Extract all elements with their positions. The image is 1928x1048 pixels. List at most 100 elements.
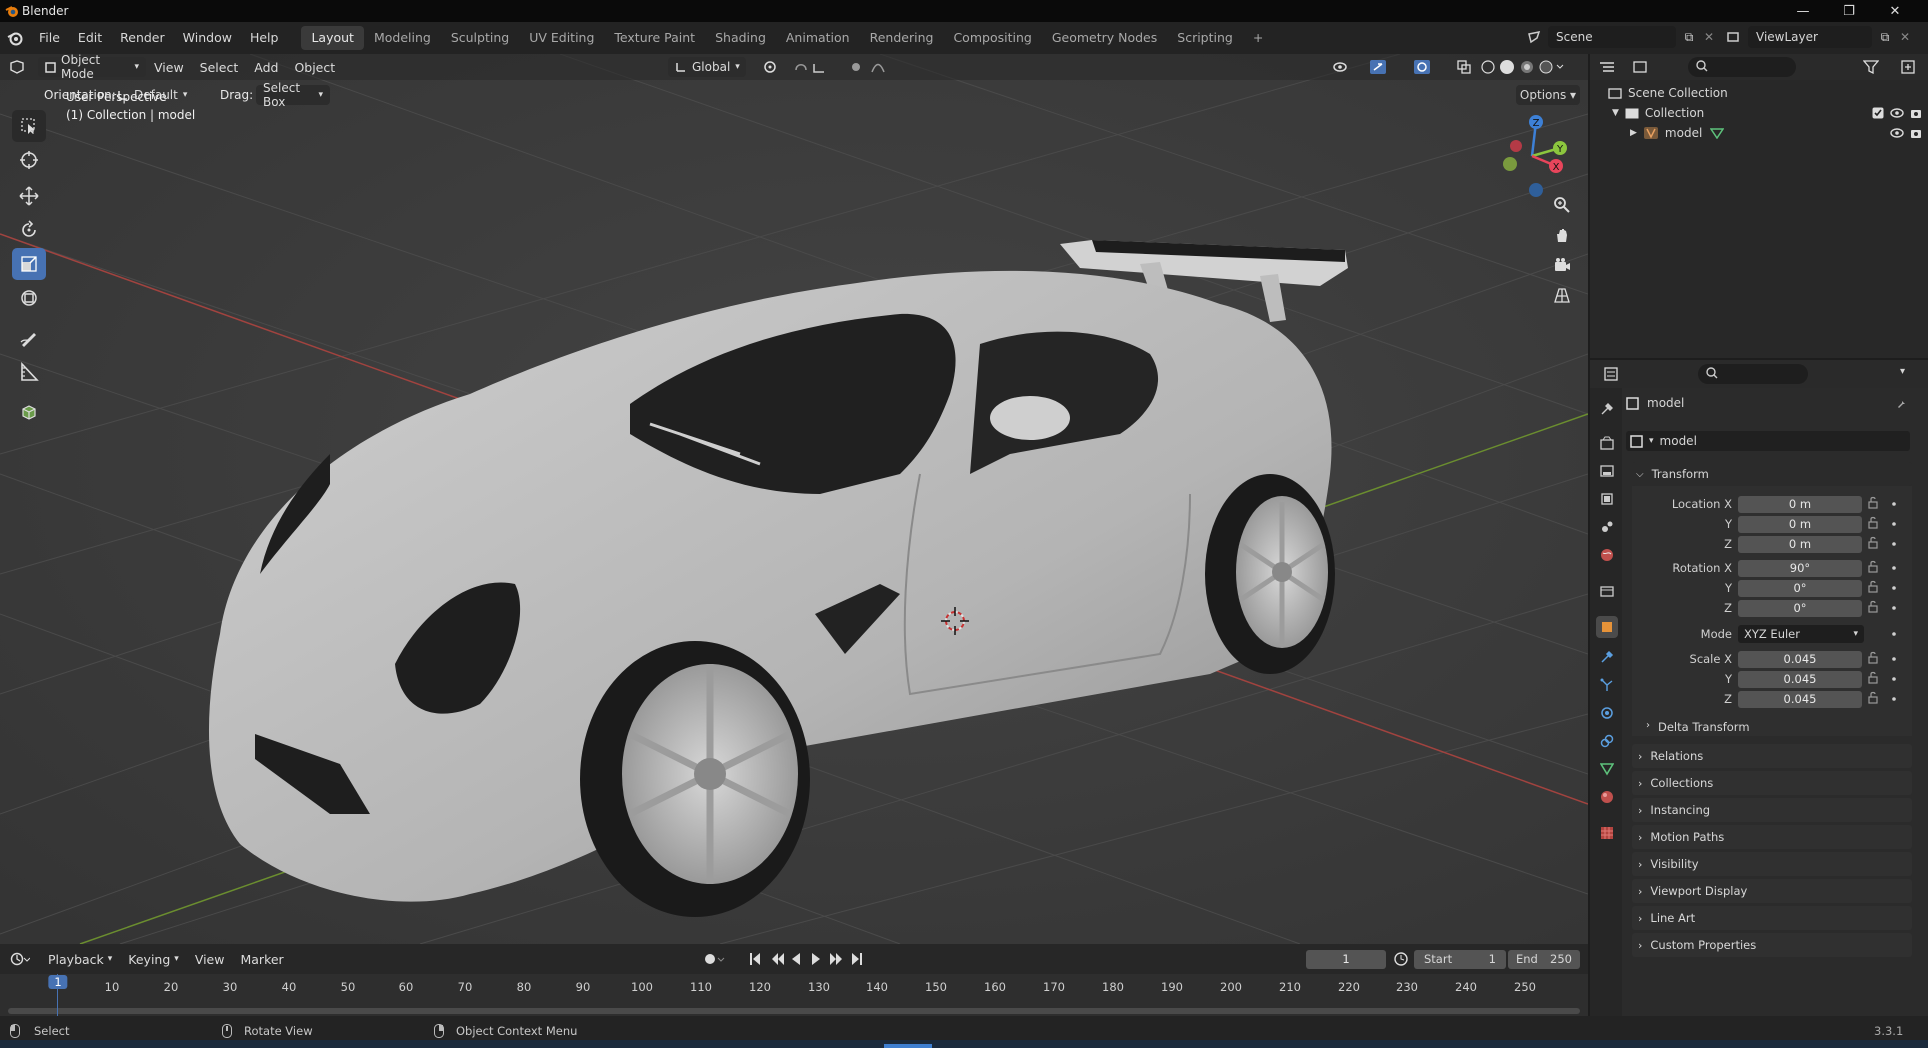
- transform-panel-header[interactable]: ⌵ Transform: [1632, 462, 1912, 486]
- chevron-down-icon[interactable]: ▾: [1900, 366, 1905, 377]
- remove-scene-icon[interactable]: ✕: [1702, 30, 1716, 44]
- line-art-panel[interactable]: › Line Art: [1632, 906, 1912, 930]
- view-layer-name[interactable]: ViewLayer: [1748, 26, 1872, 48]
- viewport-menu-add[interactable]: Add: [246, 56, 286, 78]
- tool-tab-icon[interactable]: [1596, 398, 1618, 420]
- camera-view-icon[interactable]: [1549, 252, 1575, 278]
- properties-editor-type-icon[interactable]: [1598, 365, 1628, 383]
- location-z-field[interactable]: 0 m: [1738, 536, 1862, 553]
- drag-select-dropdown[interactable]: Select Box ▾: [256, 81, 330, 109]
- xray-toggle-icon[interactable]: [1454, 57, 1474, 77]
- tab-geometry-nodes[interactable]: Geometry Nodes: [1042, 26, 1167, 50]
- lock-keyframe-icons[interactable]: [1866, 496, 1900, 708]
- proportional-editing-icon[interactable]: [846, 57, 890, 77]
- filter-icon[interactable]: [1856, 58, 1886, 76]
- scale-y-field[interactable]: 0.045: [1738, 671, 1862, 688]
- pin-icon[interactable]: [1896, 398, 1908, 410]
- location-x-field[interactable]: 0 m: [1738, 496, 1862, 513]
- tab-shading[interactable]: Shading: [705, 26, 776, 50]
- close-button[interactable]: ✕: [1872, 0, 1918, 22]
- transform-orientation-dropdown[interactable]: Global ▾: [668, 57, 746, 77]
- tab-animation[interactable]: Animation: [776, 26, 860, 50]
- scale-z-field[interactable]: 0.045: [1738, 691, 1862, 708]
- outliner-search-input[interactable]: [1688, 57, 1796, 77]
- visibility-icon[interactable]: [1328, 57, 1358, 77]
- outliner-row-scene-collection[interactable]: Scene Collection: [1608, 86, 1728, 100]
- texture-tab-icon[interactable]: [1596, 822, 1618, 844]
- rotate-tool[interactable]: [12, 214, 46, 246]
- timeline-scrollbar[interactable]: [8, 1008, 1580, 1014]
- eye-icon[interactable]: [1890, 128, 1904, 138]
- measure-tool[interactable]: [12, 356, 46, 388]
- remove-view-layer-icon[interactable]: ✕: [1898, 30, 1912, 44]
- location-y-field[interactable]: 0 m: [1738, 516, 1862, 533]
- tab-modeling[interactable]: Modeling: [364, 26, 441, 50]
- viewport-canvas[interactable]: [0, 54, 1588, 944]
- output-tab-icon[interactable]: [1596, 460, 1618, 482]
- transform-tool[interactable]: [12, 282, 46, 314]
- exclude-checkbox-icon[interactable]: [1872, 107, 1884, 119]
- end-frame-field[interactable]: End 250: [1508, 950, 1580, 969]
- relations-panel[interactable]: › Relations: [1632, 744, 1912, 768]
- viewport-display-panel[interactable]: › Viewport Display: [1632, 879, 1912, 903]
- cursor-tool[interactable]: [12, 144, 46, 176]
- tab-sculpting[interactable]: Sculpting: [441, 26, 519, 50]
- timeline-view-menu[interactable]: View: [187, 948, 233, 970]
- outliner-row-collection[interactable]: ▼ Collection: [1612, 106, 1922, 120]
- viewport-menu-object[interactable]: Object: [286, 56, 343, 78]
- delta-transform-subpanel[interactable]: › Delta Transform: [1646, 720, 1750, 734]
- viewport-menu-view[interactable]: View: [146, 56, 192, 78]
- menu-window[interactable]: Window: [174, 22, 241, 54]
- timeline-playback-menu[interactable]: Playback ▾: [40, 948, 120, 970]
- pan-hand-icon[interactable]: [1549, 222, 1575, 248]
- gizmo-toggle-icon[interactable]: [1366, 57, 1400, 77]
- rotation-x-field[interactable]: 90°: [1738, 560, 1862, 577]
- mesh-data-icon[interactable]: [1710, 127, 1724, 139]
- timeline-editor-type-icon[interactable]: [0, 948, 40, 970]
- render-camera-icon[interactable]: [1910, 127, 1922, 139]
- disclosure-open-icon[interactable]: ▼: [1612, 108, 1619, 118]
- new-scene-icon[interactable]: ⧉: [1680, 30, 1698, 45]
- timeline-marker-menu[interactable]: Marker: [232, 948, 291, 970]
- tab-texture-paint[interactable]: Texture Paint: [604, 26, 705, 50]
- playhead-frame[interactable]: 1: [48, 975, 68, 989]
- tab-rendering[interactable]: Rendering: [860, 26, 944, 50]
- current-frame-field[interactable]: 1: [1306, 950, 1386, 969]
- zoom-icon[interactable]: [1549, 192, 1575, 218]
- collections-panel[interactable]: › Collections: [1632, 771, 1912, 795]
- pivot-point-icon[interactable]: [756, 57, 784, 77]
- rotation-mode-dropdown[interactable]: XYZ Euler ▾: [1738, 625, 1864, 643]
- move-tool[interactable]: [12, 180, 46, 212]
- scene-name[interactable]: Scene: [1548, 26, 1676, 48]
- render-camera-icon[interactable]: [1910, 107, 1922, 119]
- outliner-editor-type-icon[interactable]: [1590, 56, 1624, 78]
- scale-tool[interactable]: [12, 248, 46, 280]
- scene-selector[interactable]: Scene ⧉ ✕: [1524, 26, 1716, 48]
- overlays-toggle-icon[interactable]: [1410, 57, 1444, 77]
- mesh-data-tab-icon[interactable]: [1596, 758, 1618, 780]
- object-datablock-field[interactable]: ▾ model: [1626, 431, 1910, 451]
- snap-icon[interactable]: [790, 57, 838, 77]
- annotate-tool[interactable]: [12, 322, 46, 354]
- instancing-panel[interactable]: › Instancing: [1632, 798, 1912, 822]
- start-frame-field[interactable]: Start 1: [1414, 950, 1506, 969]
- disclosure-closed-icon[interactable]: ▶: [1630, 128, 1637, 138]
- menu-help[interactable]: Help: [241, 22, 288, 54]
- auto-keying-icon[interactable]: [700, 950, 728, 968]
- add-workspace-icon[interactable]: +: [1243, 26, 1273, 50]
- minimize-button[interactable]: —: [1780, 0, 1826, 22]
- scale-x-field[interactable]: 0.045: [1738, 651, 1862, 668]
- tab-uv-editing[interactable]: UV Editing: [519, 26, 604, 50]
- tab-layout[interactable]: Layout: [301, 26, 364, 50]
- blender-menu-icon[interactable]: [0, 22, 30, 54]
- menu-render[interactable]: Render: [111, 22, 174, 54]
- rotation-z-field[interactable]: 0°: [1738, 600, 1862, 617]
- render-tab-icon[interactable]: [1596, 432, 1618, 454]
- motion-paths-panel[interactable]: › Motion Paths: [1632, 825, 1912, 849]
- tab-compositing[interactable]: Compositing: [943, 26, 1041, 50]
- options-dropdown[interactable]: Options ▾: [1516, 85, 1580, 105]
- constraints-tab-icon[interactable]: [1596, 730, 1618, 752]
- custom-properties-panel[interactable]: › Custom Properties: [1632, 933, 1912, 957]
- shading-mode-icons[interactable]: [1478, 57, 1568, 77]
- editor-type-icon[interactable]: [0, 56, 34, 78]
